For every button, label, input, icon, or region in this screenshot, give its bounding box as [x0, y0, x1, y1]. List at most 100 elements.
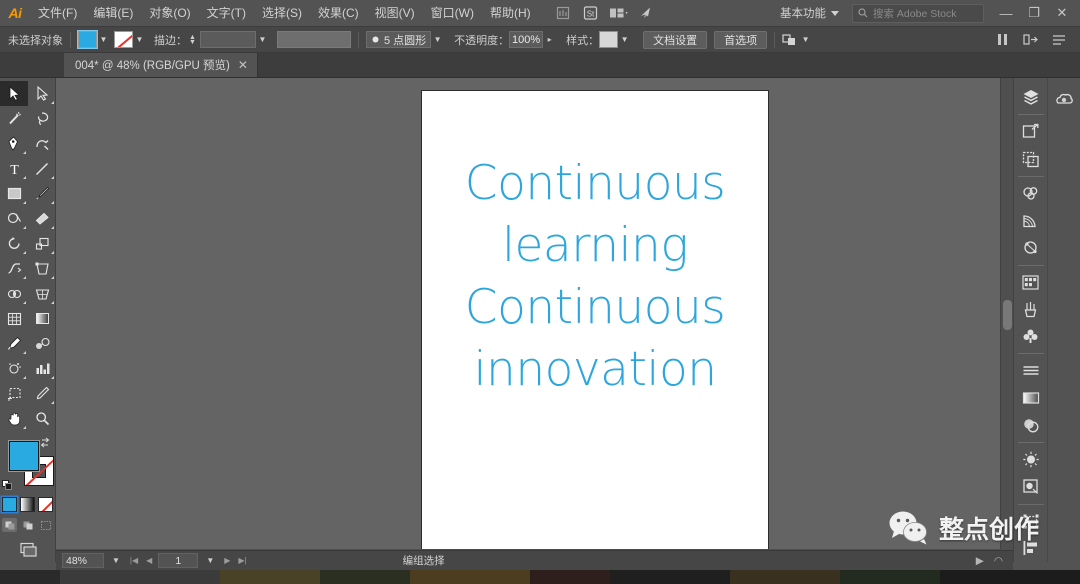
screen-mode-button[interactable]: [0, 542, 55, 558]
opacity-field[interactable]: 100%: [509, 31, 544, 48]
control-panel-menu-icon[interactable]: [1046, 29, 1072, 51]
select-similar-control[interactable]: ▼: [782, 31, 812, 48]
lasso-tool[interactable]: [28, 106, 56, 131]
scale-tool[interactable]: [28, 231, 56, 256]
shape-builder-tool[interactable]: [0, 281, 28, 306]
arrange-documents-icon[interactable]: [606, 2, 632, 24]
os-taskbar[interactable]: [0, 570, 1080, 584]
fill-color-swatch[interactable]: [9, 441, 39, 471]
stroke-weight-stepper[interactable]: ▲ ▼: [189, 34, 196, 46]
fill-swatch[interactable]: [77, 30, 98, 49]
direct-selection-tool[interactable]: [28, 81, 56, 106]
status-reset-icon[interactable]: ◠: [994, 555, 1003, 567]
color-panel-icon[interactable]: [1015, 180, 1046, 207]
draw-behind-button[interactable]: [20, 518, 35, 532]
vertical-scrollbar-thumb[interactable]: [1003, 300, 1012, 330]
sync-settings-icon[interactable]: [634, 2, 660, 24]
width-tool[interactable]: [0, 256, 28, 281]
slice-tool[interactable]: [28, 381, 56, 406]
artboard[interactable]: Continuous learning Continuous innovatio…: [422, 91, 768, 562]
zoom-level-field[interactable]: 48%: [62, 553, 104, 568]
document-tab[interactable]: 004* @ 48% (RGB/GPU 预览) ✕: [64, 53, 258, 77]
close-button[interactable]: ✕: [1048, 2, 1076, 24]
blend-tool[interactable]: [28, 331, 56, 356]
brush-definition-field[interactable]: 5 点圆形: [365, 31, 432, 48]
first-artboard-button[interactable]: |◀: [128, 556, 140, 565]
gradient-panel-icon[interactable]: [1015, 384, 1046, 411]
none-mode-button[interactable]: [38, 497, 53, 512]
menu-effect[interactable]: 效果(C): [310, 0, 367, 27]
preferences-button[interactable]: 首选项: [714, 30, 768, 49]
stroke-profile-field[interactable]: [276, 31, 351, 48]
artboards-panel-icon[interactable]: [1015, 118, 1046, 145]
appearance-panel-icon[interactable]: [1015, 446, 1046, 473]
magic-wand-tool[interactable]: [0, 106, 28, 131]
paintbrush-tool[interactable]: [28, 181, 56, 206]
artboard-tool[interactable]: [0, 381, 28, 406]
menu-help[interactable]: 帮助(H): [482, 0, 539, 27]
vertical-scrollbar[interactable]: [1000, 78, 1013, 549]
gradient-mode-button[interactable]: [20, 497, 35, 512]
graphic-styles-panel-icon[interactable]: [1015, 473, 1046, 500]
next-artboard-button[interactable]: ▶: [222, 556, 232, 565]
menu-file[interactable]: 文件(F): [30, 0, 85, 27]
free-transform-tool[interactable]: [28, 256, 56, 281]
libraries-panel-icon[interactable]: [1049, 84, 1080, 115]
close-icon[interactable]: ✕: [238, 59, 248, 71]
mesh-tool[interactable]: [0, 306, 28, 331]
type-tool[interactable]: T: [0, 156, 28, 181]
stock-search-input[interactable]: 搜索 Adobe Stock: [852, 3, 984, 23]
symbol-sprayer-tool[interactable]: [0, 356, 28, 381]
select-similar-chevron-icon[interactable]: ▼: [799, 31, 812, 48]
opacity-chevron-icon[interactable]: ▸: [543, 31, 556, 48]
stroke-swatch[interactable]: [114, 31, 133, 48]
eraser-tool[interactable]: [28, 206, 56, 231]
document-setup-button[interactable]: 文档设置: [643, 30, 708, 49]
last-artboard-button[interactable]: ▶|: [236, 556, 248, 565]
color-themes-panel-icon[interactable]: [1015, 234, 1046, 261]
menu-type[interactable]: 文字(T): [199, 0, 254, 27]
status-play-icon[interactable]: ▶: [976, 555, 984, 567]
default-fill-stroke-icon[interactable]: [2, 480, 13, 491]
stroke-weight-chevron-icon[interactable]: ▼: [256, 31, 269, 48]
artboard-chevron-down-icon[interactable]: ▼: [202, 556, 218, 565]
color-guide-panel-icon[interactable]: [1015, 207, 1046, 234]
curvature-tool[interactable]: [28, 131, 56, 156]
swap-fill-stroke-icon[interactable]: [40, 437, 51, 448]
menu-edit[interactable]: 编辑(E): [85, 0, 141, 27]
artwork-text-block[interactable]: Continuous learning Continuous innovatio…: [422, 153, 768, 401]
menu-object[interactable]: 对象(O): [141, 0, 198, 27]
brushes-panel-icon[interactable]: [1015, 296, 1046, 323]
stroke-panel-icon[interactable]: [1015, 357, 1046, 384]
column-graph-tool[interactable]: [28, 356, 56, 381]
asset-export-panel-icon[interactable]: [1015, 145, 1046, 172]
stroke-chevron-down-icon[interactable]: ▼: [133, 31, 146, 48]
perspective-grid-tool[interactable]: [28, 281, 56, 306]
align-panel-icon[interactable]: [1015, 535, 1046, 562]
bridge-icon[interactable]: [550, 2, 576, 24]
align-icon[interactable]: [990, 29, 1016, 51]
selection-tool[interactable]: [0, 81, 28, 106]
fill-swatch-control[interactable]: ▼: [77, 30, 110, 49]
symbols-panel-icon[interactable]: [1015, 323, 1046, 350]
menu-window[interactable]: 窗口(W): [423, 0, 482, 27]
graphic-style-swatch[interactable]: [599, 31, 619, 48]
pen-tool[interactable]: [0, 131, 28, 156]
minimize-button[interactable]: —: [992, 2, 1020, 24]
style-chevron-icon[interactable]: ▼: [618, 31, 631, 48]
shaper-tool[interactable]: [0, 206, 28, 231]
hand-tool[interactable]: [0, 406, 28, 431]
menu-select[interactable]: 选择(S): [254, 0, 310, 27]
eyedropper-tool[interactable]: [0, 331, 28, 356]
menu-view[interactable]: 视图(V): [367, 0, 423, 27]
swatches-panel-icon[interactable]: [1015, 268, 1046, 295]
color-mode-button[interactable]: [2, 497, 17, 512]
restore-button[interactable]: ❐: [1020, 2, 1048, 24]
transform-icon[interactable]: [1018, 29, 1044, 51]
draw-normal-button[interactable]: [2, 518, 17, 532]
rotate-tool[interactable]: [0, 231, 28, 256]
rectangle-tool[interactable]: [0, 181, 28, 206]
zoom-chevron-down-icon[interactable]: ▼: [108, 556, 124, 565]
brush-chevron-icon[interactable]: ▼: [431, 31, 444, 48]
zoom-tool[interactable]: [28, 406, 56, 431]
